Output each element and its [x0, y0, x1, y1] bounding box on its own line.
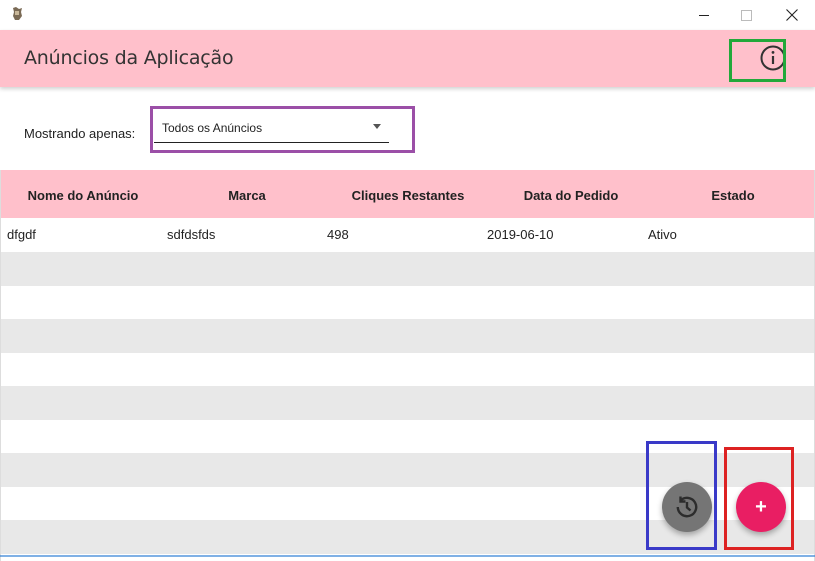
table-row-empty	[1, 252, 814, 286]
highlight-box-refresh	[646, 441, 717, 550]
column-header-marca[interactable]: Marca	[197, 188, 297, 203]
column-header-nome[interactable]: Nome do Anúncio	[23, 188, 143, 203]
minimize-button[interactable]	[681, 0, 727, 30]
window-titlebar	[0, 0, 815, 30]
page-title: Anúncios da Aplicação	[24, 47, 234, 69]
close-icon	[786, 9, 798, 21]
highlight-box-filter	[150, 106, 415, 153]
cell-data: 2019-06-10	[487, 227, 554, 242]
app-icon	[13, 7, 22, 20]
close-button[interactable]	[769, 0, 815, 30]
cell-marca: sdfdsfds	[167, 227, 216, 242]
highlight-box-info	[729, 39, 786, 82]
column-header-cliques[interactable]: Cliques Restantes	[341, 188, 475, 203]
column-header-estado[interactable]: Estado	[683, 188, 783, 203]
column-header-data[interactable]: Data do Pedido	[507, 188, 635, 203]
app-header: Anúncios da Aplicação	[0, 30, 815, 87]
table-row-empty	[1, 386, 814, 420]
table-bottom-border	[0, 555, 815, 557]
cell-nome: dfgdf	[7, 227, 36, 242]
filter-label: Mostrando apenas:	[24, 126, 136, 141]
table-row-empty	[1, 319, 814, 353]
table-row[interactable]: dfgdf sdfdsfds 498 2019-06-10 Ativo	[1, 218, 814, 252]
table-row-empty	[1, 352, 814, 386]
table-header: Nome do Anúncio Marca Cliques Restantes …	[1, 170, 814, 218]
maximize-icon	[740, 9, 752, 21]
cell-cliques: 498	[327, 227, 349, 242]
highlight-box-add	[724, 447, 794, 550]
maximize-button[interactable]	[723, 0, 769, 30]
minimize-icon	[698, 14, 709, 16]
table-row-empty	[1, 285, 814, 319]
cell-estado: Ativo	[648, 227, 677, 242]
